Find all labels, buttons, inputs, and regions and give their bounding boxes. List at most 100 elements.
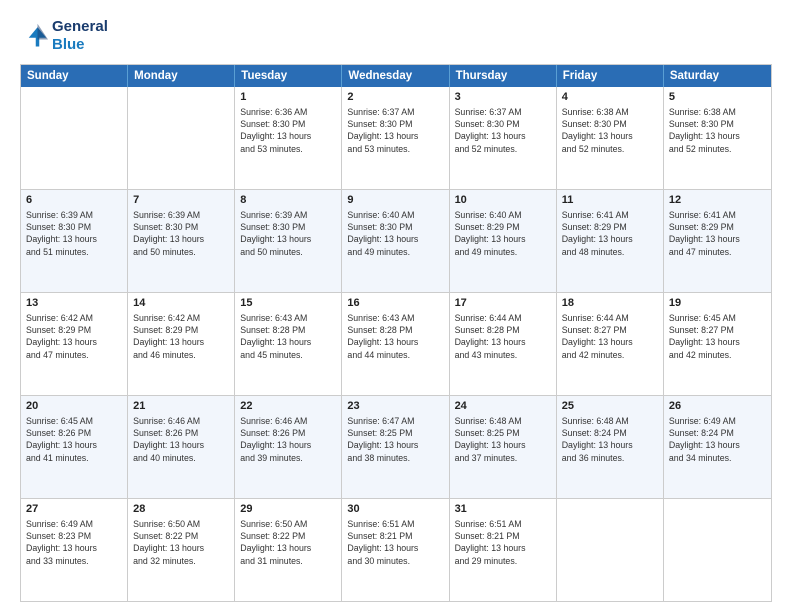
calendar-day-cell: 1Sunrise: 6:36 AM Sunset: 8:30 PM Daylig… xyxy=(235,87,342,189)
calendar-day-cell: 15Sunrise: 6:43 AM Sunset: 8:28 PM Dayli… xyxy=(235,293,342,395)
day-number: 7 xyxy=(133,193,229,208)
calendar-day-cell: 5Sunrise: 6:38 AM Sunset: 8:30 PM Daylig… xyxy=(664,87,771,189)
day-info: Sunrise: 6:46 AM Sunset: 8:26 PM Dayligh… xyxy=(133,415,229,464)
day-number: 16 xyxy=(347,296,443,311)
weekday-header: Sunday xyxy=(21,65,128,87)
day-number: 5 xyxy=(669,90,766,105)
day-info: Sunrise: 6:40 AM Sunset: 8:30 PM Dayligh… xyxy=(347,209,443,258)
empty-cell xyxy=(664,499,771,601)
day-info: Sunrise: 6:49 AM Sunset: 8:23 PM Dayligh… xyxy=(26,518,122,567)
day-info: Sunrise: 6:38 AM Sunset: 8:30 PM Dayligh… xyxy=(562,106,658,155)
calendar-day-cell: 22Sunrise: 6:46 AM Sunset: 8:26 PM Dayli… xyxy=(235,396,342,498)
day-info: Sunrise: 6:50 AM Sunset: 8:22 PM Dayligh… xyxy=(240,518,336,567)
calendar-day-cell: 16Sunrise: 6:43 AM Sunset: 8:28 PM Dayli… xyxy=(342,293,449,395)
day-info: Sunrise: 6:46 AM Sunset: 8:26 PM Dayligh… xyxy=(240,415,336,464)
day-number: 25 xyxy=(562,399,658,414)
day-info: Sunrise: 6:45 AM Sunset: 8:27 PM Dayligh… xyxy=(669,312,766,361)
day-info: Sunrise: 6:42 AM Sunset: 8:29 PM Dayligh… xyxy=(133,312,229,361)
day-info: Sunrise: 6:45 AM Sunset: 8:26 PM Dayligh… xyxy=(26,415,122,464)
calendar-day-cell: 18Sunrise: 6:44 AM Sunset: 8:27 PM Dayli… xyxy=(557,293,664,395)
day-number: 9 xyxy=(347,193,443,208)
calendar-day-cell: 12Sunrise: 6:41 AM Sunset: 8:29 PM Dayli… xyxy=(664,190,771,292)
calendar-day-cell: 19Sunrise: 6:45 AM Sunset: 8:27 PM Dayli… xyxy=(664,293,771,395)
calendar-day-cell: 2Sunrise: 6:37 AM Sunset: 8:30 PM Daylig… xyxy=(342,87,449,189)
calendar-body: 1Sunrise: 6:36 AM Sunset: 8:30 PM Daylig… xyxy=(21,87,771,601)
calendar-day-cell: 7Sunrise: 6:39 AM Sunset: 8:30 PM Daylig… xyxy=(128,190,235,292)
day-info: Sunrise: 6:44 AM Sunset: 8:28 PM Dayligh… xyxy=(455,312,551,361)
day-info: Sunrise: 6:42 AM Sunset: 8:29 PM Dayligh… xyxy=(26,312,122,361)
calendar-day-cell: 11Sunrise: 6:41 AM Sunset: 8:29 PM Dayli… xyxy=(557,190,664,292)
logo-general: General xyxy=(52,18,108,36)
calendar-row: 6Sunrise: 6:39 AM Sunset: 8:30 PM Daylig… xyxy=(21,189,771,292)
day-number: 10 xyxy=(455,193,551,208)
weekday-header: Monday xyxy=(128,65,235,87)
weekday-header: Tuesday xyxy=(235,65,342,87)
calendar-day-cell: 10Sunrise: 6:40 AM Sunset: 8:29 PM Dayli… xyxy=(450,190,557,292)
day-info: Sunrise: 6:44 AM Sunset: 8:27 PM Dayligh… xyxy=(562,312,658,361)
day-info: Sunrise: 6:43 AM Sunset: 8:28 PM Dayligh… xyxy=(240,312,336,361)
day-number: 13 xyxy=(26,296,122,311)
calendar-day-cell: 13Sunrise: 6:42 AM Sunset: 8:29 PM Dayli… xyxy=(21,293,128,395)
day-number: 1 xyxy=(240,90,336,105)
empty-cell xyxy=(21,87,128,189)
calendar: SundayMondayTuesdayWednesdayThursdayFrid… xyxy=(20,64,772,602)
day-info: Sunrise: 6:37 AM Sunset: 8:30 PM Dayligh… xyxy=(455,106,551,155)
page: General Blue SundayMondayTuesdayWednesda… xyxy=(0,0,792,612)
calendar-day-cell: 30Sunrise: 6:51 AM Sunset: 8:21 PM Dayli… xyxy=(342,499,449,601)
day-info: Sunrise: 6:39 AM Sunset: 8:30 PM Dayligh… xyxy=(26,209,122,258)
day-number: 26 xyxy=(669,399,766,414)
calendar-day-cell: 14Sunrise: 6:42 AM Sunset: 8:29 PM Dayli… xyxy=(128,293,235,395)
logo: General Blue xyxy=(20,18,108,54)
day-info: Sunrise: 6:49 AM Sunset: 8:24 PM Dayligh… xyxy=(669,415,766,464)
day-number: 18 xyxy=(562,296,658,311)
day-number: 30 xyxy=(347,502,443,517)
day-number: 11 xyxy=(562,193,658,208)
day-number: 27 xyxy=(26,502,122,517)
calendar-day-cell: 29Sunrise: 6:50 AM Sunset: 8:22 PM Dayli… xyxy=(235,499,342,601)
calendar-day-cell: 26Sunrise: 6:49 AM Sunset: 8:24 PM Dayli… xyxy=(664,396,771,498)
calendar-day-cell: 23Sunrise: 6:47 AM Sunset: 8:25 PM Dayli… xyxy=(342,396,449,498)
day-number: 24 xyxy=(455,399,551,414)
empty-cell xyxy=(128,87,235,189)
day-number: 19 xyxy=(669,296,766,311)
day-number: 21 xyxy=(133,399,229,414)
day-info: Sunrise: 6:51 AM Sunset: 8:21 PM Dayligh… xyxy=(347,518,443,567)
day-info: Sunrise: 6:41 AM Sunset: 8:29 PM Dayligh… xyxy=(669,209,766,258)
logo-blue: Blue xyxy=(52,36,108,54)
calendar-day-cell: 20Sunrise: 6:45 AM Sunset: 8:26 PM Dayli… xyxy=(21,396,128,498)
day-info: Sunrise: 6:36 AM Sunset: 8:30 PM Dayligh… xyxy=(240,106,336,155)
day-info: Sunrise: 6:38 AM Sunset: 8:30 PM Dayligh… xyxy=(669,106,766,155)
empty-cell xyxy=(557,499,664,601)
weekday-header: Friday xyxy=(557,65,664,87)
day-number: 23 xyxy=(347,399,443,414)
day-info: Sunrise: 6:40 AM Sunset: 8:29 PM Dayligh… xyxy=(455,209,551,258)
day-number: 2 xyxy=(347,90,443,105)
day-info: Sunrise: 6:43 AM Sunset: 8:28 PM Dayligh… xyxy=(347,312,443,361)
day-info: Sunrise: 6:39 AM Sunset: 8:30 PM Dayligh… xyxy=(133,209,229,258)
calendar-day-cell: 9Sunrise: 6:40 AM Sunset: 8:30 PM Daylig… xyxy=(342,190,449,292)
calendar-day-cell: 24Sunrise: 6:48 AM Sunset: 8:25 PM Dayli… xyxy=(450,396,557,498)
weekday-header: Saturday xyxy=(664,65,771,87)
weekday-header: Wednesday xyxy=(342,65,449,87)
calendar-row: 1Sunrise: 6:36 AM Sunset: 8:30 PM Daylig… xyxy=(21,87,771,189)
day-number: 15 xyxy=(240,296,336,311)
day-number: 14 xyxy=(133,296,229,311)
day-number: 20 xyxy=(26,399,122,414)
day-number: 22 xyxy=(240,399,336,414)
day-number: 12 xyxy=(669,193,766,208)
day-number: 29 xyxy=(240,502,336,517)
calendar-day-cell: 28Sunrise: 6:50 AM Sunset: 8:22 PM Dayli… xyxy=(128,499,235,601)
day-info: Sunrise: 6:48 AM Sunset: 8:25 PM Dayligh… xyxy=(455,415,551,464)
calendar-day-cell: 31Sunrise: 6:51 AM Sunset: 8:21 PM Dayli… xyxy=(450,499,557,601)
day-info: Sunrise: 6:51 AM Sunset: 8:21 PM Dayligh… xyxy=(455,518,551,567)
day-number: 4 xyxy=(562,90,658,105)
day-number: 8 xyxy=(240,193,336,208)
calendar-day-cell: 3Sunrise: 6:37 AM Sunset: 8:30 PM Daylig… xyxy=(450,87,557,189)
calendar-row: 20Sunrise: 6:45 AM Sunset: 8:26 PM Dayli… xyxy=(21,395,771,498)
calendar-day-cell: 25Sunrise: 6:48 AM Sunset: 8:24 PM Dayli… xyxy=(557,396,664,498)
day-info: Sunrise: 6:50 AM Sunset: 8:22 PM Dayligh… xyxy=(133,518,229,567)
calendar-day-cell: 21Sunrise: 6:46 AM Sunset: 8:26 PM Dayli… xyxy=(128,396,235,498)
calendar-row: 13Sunrise: 6:42 AM Sunset: 8:29 PM Dayli… xyxy=(21,292,771,395)
logo-icon xyxy=(20,22,48,50)
day-number: 31 xyxy=(455,502,551,517)
